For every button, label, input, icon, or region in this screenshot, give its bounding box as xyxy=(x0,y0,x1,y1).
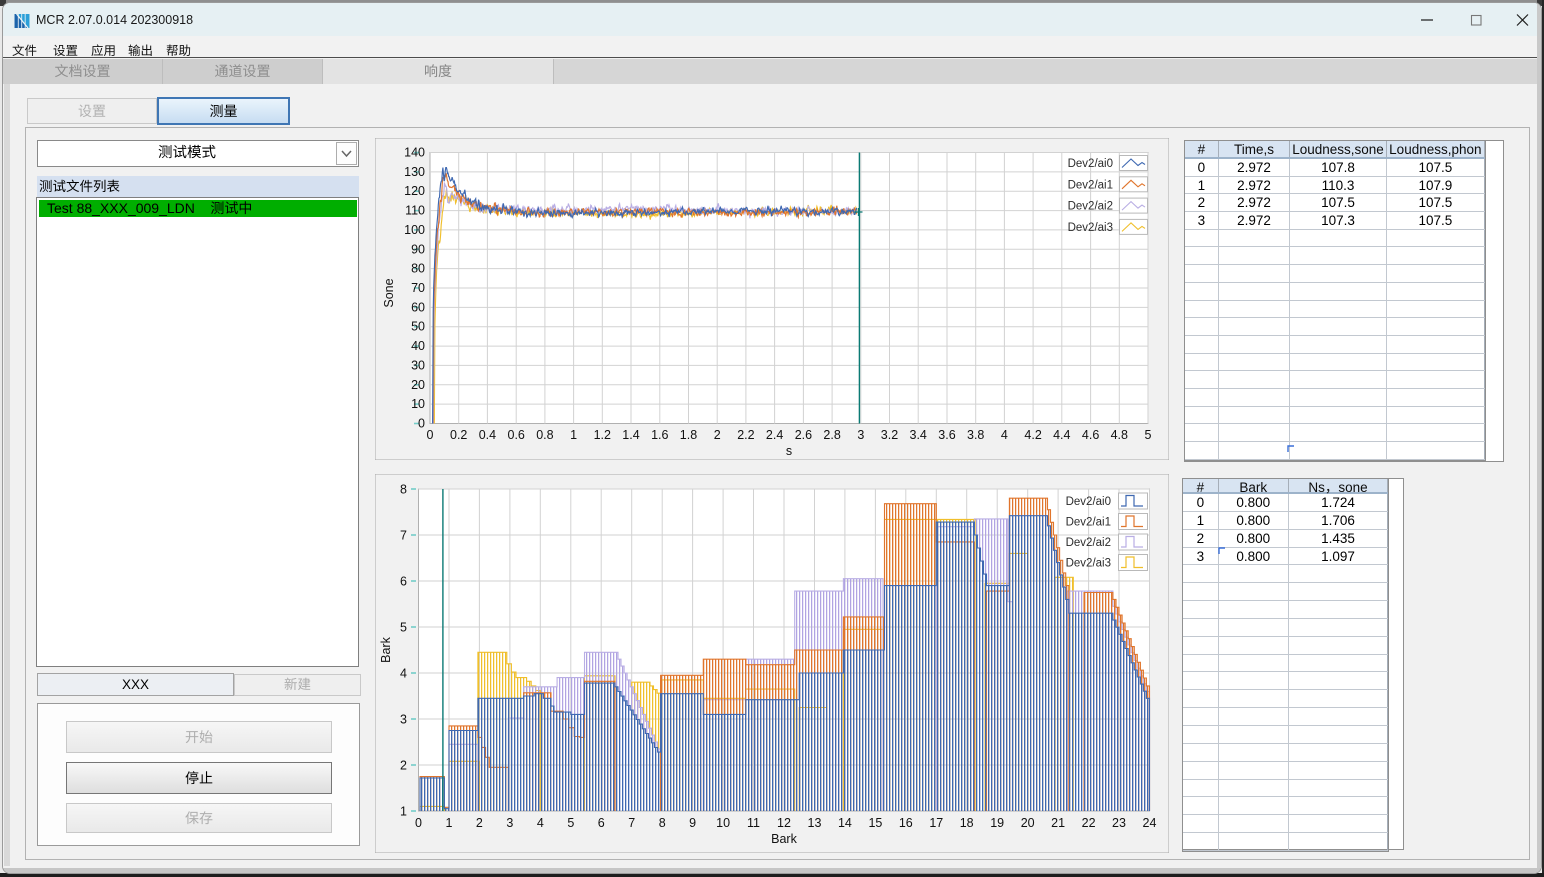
svg-text:12: 12 xyxy=(777,816,791,830)
svg-text:1.2: 1.2 xyxy=(594,428,611,442)
svg-text:2.2: 2.2 xyxy=(737,428,754,442)
svg-text:60: 60 xyxy=(411,300,425,314)
svg-text:1: 1 xyxy=(570,428,577,442)
svg-text:22: 22 xyxy=(1082,816,1096,830)
svg-text:8: 8 xyxy=(400,483,407,497)
svg-text:17: 17 xyxy=(929,816,943,830)
svg-text:0: 0 xyxy=(418,417,425,431)
svg-text:4: 4 xyxy=(537,816,544,830)
svg-text:Dev2/ai0: Dev2/ai0 xyxy=(1068,158,1113,170)
svg-text:0: 0 xyxy=(415,816,422,830)
svg-text:4.8: 4.8 xyxy=(1111,428,1128,442)
svg-text:2: 2 xyxy=(714,428,721,442)
svg-text:2.6: 2.6 xyxy=(795,428,812,442)
svg-text:4.2: 4.2 xyxy=(1024,428,1041,442)
svg-text:14: 14 xyxy=(838,816,852,830)
svg-text:0.2: 0.2 xyxy=(450,428,467,442)
svg-text:Sone: Sone xyxy=(382,278,396,307)
svg-text:120: 120 xyxy=(404,184,425,198)
svg-text:20: 20 xyxy=(411,378,425,392)
svg-text:10: 10 xyxy=(716,816,730,830)
svg-text:20: 20 xyxy=(1021,816,1035,830)
svg-text:6: 6 xyxy=(598,816,605,830)
svg-text:0.6: 0.6 xyxy=(508,428,525,442)
svg-text:13: 13 xyxy=(808,816,822,830)
svg-text:80: 80 xyxy=(411,262,425,276)
svg-text:4.4: 4.4 xyxy=(1053,428,1070,442)
svg-text:40: 40 xyxy=(411,339,425,353)
svg-text:3: 3 xyxy=(857,428,864,442)
svg-text:Dev2/ai3: Dev2/ai3 xyxy=(1066,558,1111,570)
svg-text:6: 6 xyxy=(400,575,407,589)
svg-text:24: 24 xyxy=(1143,816,1157,830)
svg-text:2.8: 2.8 xyxy=(823,428,840,442)
svg-text:11: 11 xyxy=(747,816,760,830)
svg-text:1: 1 xyxy=(400,805,407,819)
svg-text:Bark: Bark xyxy=(771,832,797,846)
svg-text:1: 1 xyxy=(446,816,453,830)
svg-text:1.4: 1.4 xyxy=(622,428,639,442)
svg-text:15: 15 xyxy=(868,816,882,830)
svg-text:4.6: 4.6 xyxy=(1082,428,1099,442)
svg-text:Dev2/ai2: Dev2/ai2 xyxy=(1066,537,1111,549)
svg-text:5: 5 xyxy=(567,816,574,830)
svg-text:3.8: 3.8 xyxy=(967,428,984,442)
svg-text:8: 8 xyxy=(659,816,666,830)
svg-text:2: 2 xyxy=(476,816,483,830)
svg-text:5: 5 xyxy=(1145,428,1152,442)
svg-text:2: 2 xyxy=(400,759,407,773)
svg-text:7: 7 xyxy=(628,816,635,830)
svg-text:23: 23 xyxy=(1112,816,1126,830)
svg-text:Dev2/ai2: Dev2/ai2 xyxy=(1068,201,1113,213)
svg-text:Dev2/ai0: Dev2/ai0 xyxy=(1066,496,1111,508)
svg-text:4: 4 xyxy=(1001,428,1008,442)
svg-text:90: 90 xyxy=(411,242,425,256)
svg-text:21: 21 xyxy=(1051,816,1065,830)
svg-text:1.8: 1.8 xyxy=(680,428,697,442)
svg-text:19: 19 xyxy=(990,816,1004,830)
svg-text:18: 18 xyxy=(960,816,974,830)
svg-text:1.6: 1.6 xyxy=(651,428,668,442)
svg-text:5: 5 xyxy=(400,621,407,635)
svg-text:0: 0 xyxy=(427,428,434,442)
svg-text:Bark: Bark xyxy=(379,636,393,662)
svg-text:0.4: 0.4 xyxy=(479,428,496,442)
svg-text:130: 130 xyxy=(404,165,425,179)
svg-text:Dev2/ai3: Dev2/ai3 xyxy=(1068,222,1113,234)
svg-text:50: 50 xyxy=(411,320,425,334)
svg-text:9: 9 xyxy=(689,816,696,830)
svg-text:3.6: 3.6 xyxy=(938,428,955,442)
svg-text:16: 16 xyxy=(899,816,913,830)
svg-text:3.4: 3.4 xyxy=(910,428,927,442)
svg-text:140: 140 xyxy=(404,146,425,160)
svg-text:3: 3 xyxy=(506,816,513,830)
svg-text:Dev2/ai1: Dev2/ai1 xyxy=(1068,179,1113,191)
svg-text:7: 7 xyxy=(400,529,407,543)
svg-text:Dev2/ai1: Dev2/ai1 xyxy=(1066,517,1111,529)
svg-text:30: 30 xyxy=(411,358,425,372)
svg-text:s: s xyxy=(786,444,792,458)
svg-text:3.2: 3.2 xyxy=(881,428,898,442)
svg-text:3: 3 xyxy=(400,713,407,727)
svg-text:2.4: 2.4 xyxy=(766,428,783,442)
svg-text:0.8: 0.8 xyxy=(536,428,553,442)
svg-text:10: 10 xyxy=(411,397,425,411)
svg-text:4: 4 xyxy=(400,667,407,681)
svg-text:70: 70 xyxy=(411,281,425,295)
svg-text:100: 100 xyxy=(404,223,425,237)
svg-text:110: 110 xyxy=(405,204,425,218)
